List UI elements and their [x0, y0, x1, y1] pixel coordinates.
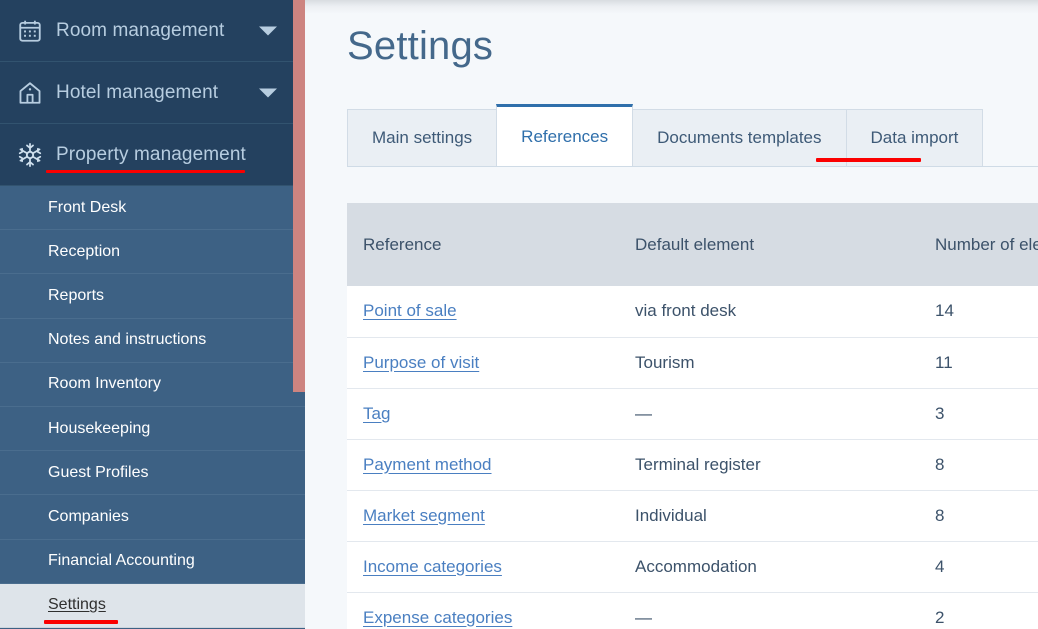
column-header-reference: Reference — [347, 203, 619, 286]
reference-link[interactable]: Expense categories — [363, 608, 512, 627]
sidebar-item-label: Front Desk — [48, 198, 127, 216]
cell-reference: Market segment — [347, 490, 619, 542]
sidebar-item-guest-profiles[interactable]: Guest Profiles — [0, 451, 305, 496]
table-row[interactable]: Tag — 3 — [347, 388, 1038, 440]
tab-label: Data import — [870, 128, 959, 147]
sidebar: Room management Hotel management Propert… — [0, 0, 305, 629]
sidebar-item-label: Room Inventory — [48, 375, 161, 393]
cell-reference: Expense categories — [347, 592, 619, 629]
table-row[interactable]: Purpose of visit Tourism 11 — [347, 337, 1038, 389]
table-head: Reference Default element Number of elem… — [347, 203, 1038, 286]
cell-default-element: Terminal register — [619, 439, 919, 491]
cell-default-element: Tourism — [619, 337, 919, 389]
sidebar-item-companies[interactable]: Companies — [0, 495, 305, 540]
reference-link[interactable]: Tag — [363, 404, 390, 423]
top-shadow — [305, 0, 1038, 14]
sidebar-group-room-management[interactable]: Room management — [0, 0, 305, 62]
cell-reference: Income categories — [347, 541, 619, 593]
tab-label: Documents templates — [657, 128, 822, 147]
app-root: Room management Hotel management Propert… — [0, 0, 1038, 629]
page-title: Settings — [347, 24, 494, 68]
sidebar-item-label: Reception — [48, 242, 121, 260]
cell-reference: Purpose of visit — [347, 337, 619, 389]
cell-default-element: — — [619, 388, 919, 440]
sidebar-group-label: Hotel management — [56, 81, 219, 103]
chevron-down-icon[interactable] — [259, 88, 277, 97]
cell-reference: Point of sale — [347, 286, 619, 338]
tab-documents-templates[interactable]: Documents templates — [632, 109, 847, 166]
sidebar-item-reports[interactable]: Reports — [0, 274, 305, 319]
chevron-down-icon[interactable] — [259, 26, 277, 35]
sidebar-item-financial-accounting[interactable]: Financial Accounting — [0, 539, 305, 584]
tab-main-settings[interactable]: Main settings — [347, 109, 498, 166]
sidebar-item-front-desk[interactable]: Front Desk — [0, 186, 305, 231]
sidebar-item-label: Notes and instructions — [48, 331, 207, 349]
cell-default-element: via front desk — [619, 286, 919, 338]
reference-link[interactable]: Purpose of visit — [363, 353, 479, 372]
references-table-container: Reference Default element Number of elem… — [347, 203, 1038, 629]
cell-number-of-elements: 2 — [919, 592, 1038, 629]
table-body: Point of sale via front desk 14 Purpose … — [347, 286, 1038, 629]
column-header-default-element: Default element — [619, 203, 919, 286]
reference-link[interactable]: Payment method — [363, 455, 492, 474]
reference-link[interactable]: Market segment — [363, 506, 485, 525]
sidebar-item-label: Companies — [48, 507, 129, 525]
tab-bar: Main settings References Documents templ… — [347, 104, 1038, 167]
annotation-underline-property-management — [46, 170, 245, 173]
main-content: Settings Main settings References Docume… — [305, 0, 1038, 629]
sidebar-item-label: Reports — [48, 286, 105, 304]
cell-reference: Tag — [347, 388, 619, 440]
table-row[interactable]: Point of sale via front desk 14 — [347, 286, 1038, 338]
table-row[interactable]: Income categories Accommodation 4 — [347, 541, 1038, 593]
sidebar-group-hotel-management[interactable]: Hotel management — [0, 62, 305, 124]
sidebar-item-notes-and-instructions[interactable]: Notes and instructions — [0, 318, 305, 363]
table-header-row: Reference Default element Number of elem… — [347, 203, 1038, 286]
cell-reference: Payment method — [347, 439, 619, 491]
cell-number-of-elements: 14 — [919, 286, 1038, 338]
home-icon — [14, 77, 46, 109]
snowflake-gear-icon — [14, 139, 46, 171]
annotation-underline-references — [816, 158, 921, 162]
sidebar-item-label: Housekeeping — [48, 419, 151, 437]
sidebar-group-label: Room management — [56, 19, 225, 41]
sidebar-group-label: Property management — [56, 143, 246, 165]
tab-label: References — [521, 126, 609, 146]
column-header-number-of-elements: Number of elements — [919, 203, 1038, 286]
calendar-icon — [14, 15, 46, 47]
tab-references[interactable]: References — [496, 104, 634, 166]
reference-link[interactable]: Point of sale — [363, 301, 457, 320]
sidebar-item-reception[interactable]: Reception — [0, 230, 305, 275]
cell-default-element: — — [619, 592, 919, 629]
sidebar-scrollbar-thumb[interactable] — [293, 0, 305, 392]
sidebar-submenu: Front Desk Reception Reports Notes and i… — [0, 186, 305, 628]
sidebar-group-property-management[interactable]: Property management — [0, 124, 305, 186]
cell-number-of-elements: 8 — [919, 439, 1038, 491]
cell-default-element: Accommodation — [619, 541, 919, 593]
references-table: Reference Default element Number of elem… — [347, 203, 1038, 629]
cell-number-of-elements: 3 — [919, 388, 1038, 440]
cell-number-of-elements: 8 — [919, 490, 1038, 542]
reference-link[interactable]: Income categories — [363, 557, 502, 576]
table-row[interactable]: Payment method Terminal register 8 — [347, 439, 1038, 491]
annotation-underline-settings — [44, 620, 118, 624]
cell-default-element: Individual — [619, 490, 919, 542]
sidebar-item-label: Settings — [48, 596, 106, 614]
table-row[interactable]: Expense categories — 2 — [347, 592, 1038, 629]
sidebar-top-groups: Room management Hotel management Propert… — [0, 0, 305, 186]
cell-number-of-elements: 11 — [919, 337, 1038, 389]
sidebar-item-room-inventory[interactable]: Room Inventory — [0, 362, 305, 407]
cell-number-of-elements: 4 — [919, 541, 1038, 593]
sidebar-scrollbar-track[interactable] — [293, 0, 305, 629]
sidebar-item-housekeeping[interactable]: Housekeeping — [0, 406, 305, 452]
sidebar-item-label: Financial Accounting — [48, 552, 195, 570]
table-row[interactable]: Market segment Individual 8 — [347, 490, 1038, 542]
tab-label: Main settings — [372, 128, 473, 147]
sidebar-item-label: Guest Profiles — [48, 463, 149, 481]
